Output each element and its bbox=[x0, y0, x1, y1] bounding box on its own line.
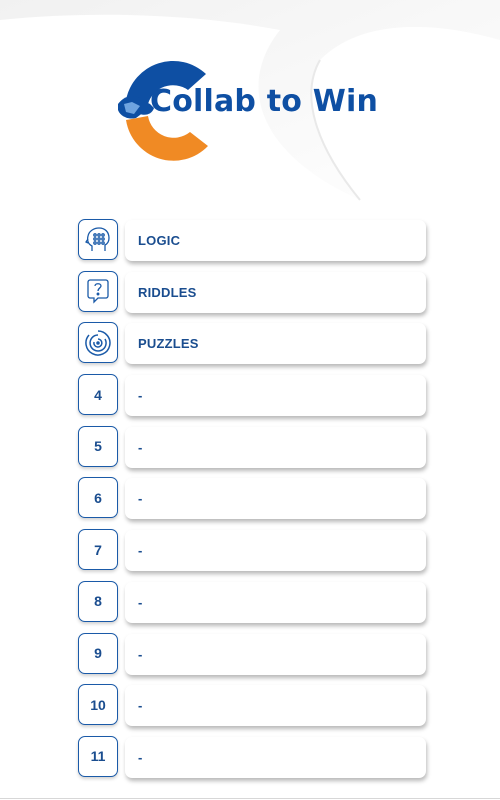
menu-item-5[interactable]: 5 - bbox=[78, 425, 426, 469]
menu-item-number-box: 7 bbox=[78, 529, 118, 571]
menu-item-number: 5 bbox=[94, 438, 102, 455]
menu-item-number-box: 8 bbox=[78, 580, 118, 622]
menu-item-icon-box bbox=[78, 270, 118, 312]
menu-item-logic[interactable]: LOGIC bbox=[78, 219, 426, 262]
menu-item-number: 4 bbox=[94, 386, 102, 403]
menu-item-label: - bbox=[138, 698, 143, 714]
menu-item-number-box: 6 bbox=[78, 477, 118, 519]
menu-item-label: - bbox=[138, 646, 143, 662]
menu-item-label: - bbox=[138, 439, 143, 455]
head-gears-icon bbox=[85, 226, 110, 251]
menu-item-number: 9 bbox=[94, 645, 102, 661]
menu-item-number: 8 bbox=[94, 593, 102, 610]
menu-item-bar[interactable]: LOGIC bbox=[125, 220, 426, 261]
menu-item-bar[interactable]: - bbox=[125, 478, 426, 520]
menu-item-label: RIDDLES bbox=[138, 284, 197, 300]
menu-item-icon-box bbox=[78, 322, 118, 364]
menu-item-6[interactable]: 6 - bbox=[78, 477, 426, 520]
menu-item-bar[interactable]: - bbox=[125, 375, 426, 417]
menu-item-8[interactable]: 8 - bbox=[78, 580, 426, 624]
menu-item-10[interactable]: 10 - bbox=[78, 684, 426, 727]
menu-item-4[interactable]: 4 - bbox=[78, 374, 426, 417]
menu-item-bar[interactable]: - bbox=[125, 581, 426, 623]
maze-icon bbox=[85, 330, 111, 356]
bottom-divider bbox=[0, 798, 500, 799]
menu-item-bar[interactable]: - bbox=[125, 685, 426, 727]
menu-item-number: 6 bbox=[94, 489, 102, 506]
menu-item-bar[interactable]: - bbox=[125, 530, 426, 572]
menu-item-label: - bbox=[138, 543, 143, 559]
menu-item-label: PUZZLES bbox=[138, 336, 199, 352]
menu-item-bar[interactable]: PUZZLES bbox=[125, 323, 426, 365]
menu-item-label: - bbox=[138, 594, 143, 610]
menu-item-label: - bbox=[138, 749, 143, 765]
menu-item-label: - bbox=[138, 491, 143, 507]
menu-item-riddles[interactable]: RIDDLES bbox=[78, 270, 426, 314]
menu-item-11[interactable]: 11 - bbox=[78, 735, 426, 779]
menu-item-puzzles[interactable]: PUZZLES bbox=[78, 322, 426, 365]
menu-item-bar[interactable]: - bbox=[125, 736, 426, 778]
question-bubble-icon bbox=[87, 279, 109, 304]
menu-item-label: - bbox=[138, 388, 143, 404]
level-menu: LOGIC RIDDLES PUZZLES 4 - 5 - 6 - 7 - 8 … bbox=[78, 219, 426, 788]
menu-item-label: LOGIC bbox=[138, 233, 181, 248]
menu-item-number-box: 11 bbox=[78, 735, 118, 777]
menu-item-number: 7 bbox=[94, 541, 102, 558]
menu-item-number: 11 bbox=[90, 748, 106, 765]
menu-item-number-box: 5 bbox=[78, 425, 118, 467]
app-logo: Collab to Win bbox=[110, 58, 400, 162]
menu-item-number-box: 10 bbox=[78, 684, 118, 726]
menu-item-number: 10 bbox=[90, 696, 106, 713]
menu-item-number-box: 9 bbox=[78, 632, 118, 674]
menu-item-9[interactable]: 9 - bbox=[78, 632, 426, 676]
menu-item-bar[interactable]: - bbox=[125, 426, 426, 468]
menu-item-7[interactable]: 7 - bbox=[78, 529, 426, 572]
menu-item-number-box: 4 bbox=[78, 374, 118, 416]
menu-item-bar[interactable]: RIDDLES bbox=[125, 271, 426, 313]
menu-item-icon-box bbox=[78, 219, 118, 260]
app-title: Collab to Win bbox=[150, 84, 379, 119]
menu-item-bar[interactable]: - bbox=[125, 633, 426, 675]
